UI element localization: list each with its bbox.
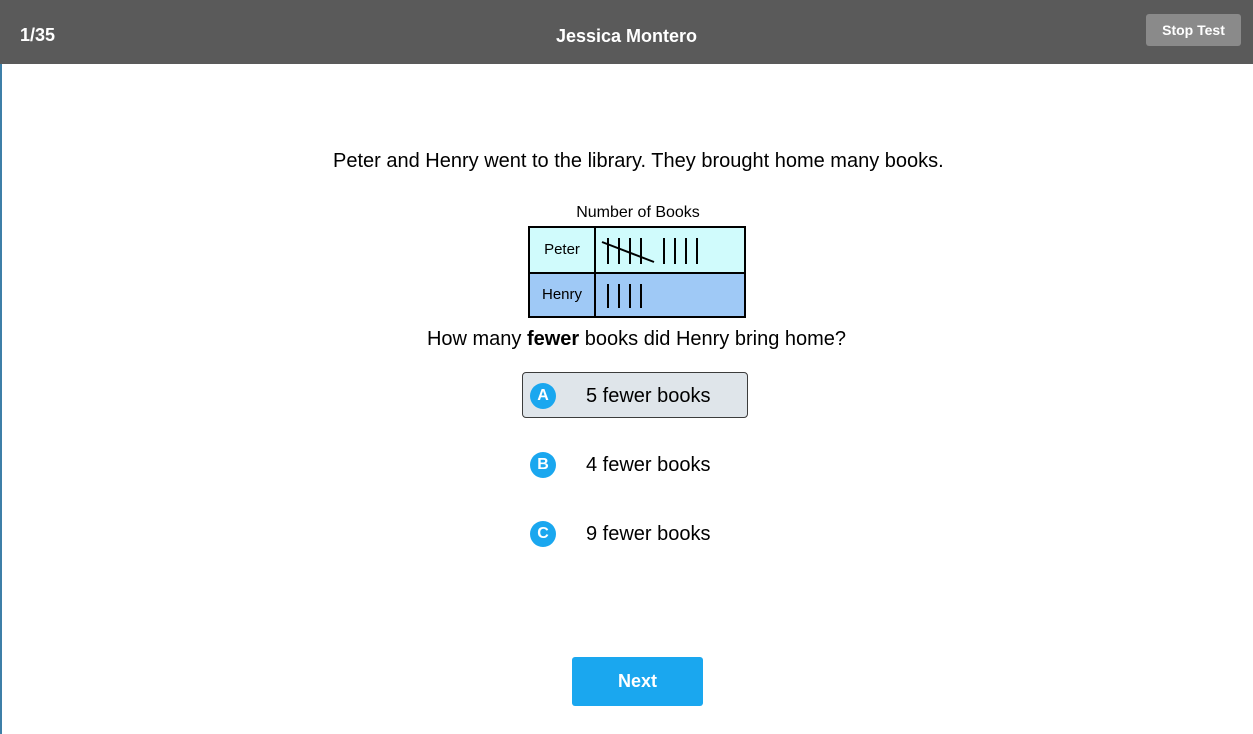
tally-row-henry: Henry bbox=[530, 274, 744, 316]
tally-marks-henry bbox=[607, 284, 642, 308]
next-button[interactable]: Next bbox=[572, 657, 703, 706]
question-text: Peter and Henry went to the library. The… bbox=[333, 150, 944, 172]
choice-text: 4 fewer books bbox=[586, 454, 711, 476]
choice-letter-badge: A bbox=[530, 383, 556, 409]
app-frame bbox=[0, 0, 1253, 734]
tally-marks-peter bbox=[601, 238, 698, 264]
prompt-text: books did Henry bring home? bbox=[579, 328, 847, 350]
prompt-text: How many bbox=[426, 328, 527, 350]
test-header: 1/35 Jessica Montero Stop Test bbox=[0, 0, 1253, 64]
question-prompt: How many fewer books did Henry bring hom… bbox=[0, 328, 1253, 351]
student-name: Jessica Montero bbox=[555, 26, 698, 46]
choice-letter-badge: C bbox=[530, 521, 556, 547]
prompt-emphasis: fewer bbox=[526, 328, 580, 350]
choice-letter-badge: B bbox=[530, 452, 556, 478]
tally-table: Peter Henry bbox=[528, 226, 746, 318]
choice-text: 5 fewer books bbox=[586, 385, 711, 407]
answer-choice-a[interactable]: A 5 fewer books bbox=[522, 372, 748, 418]
choice-text: 9 fewer books bbox=[586, 523, 711, 545]
tally-row-peter: Peter bbox=[530, 228, 744, 274]
answer-choice-c[interactable]: C 9 fewer books bbox=[522, 510, 748, 556]
tally-table-title: Number of Books bbox=[576, 204, 700, 221]
tally-row-label: Peter bbox=[530, 228, 596, 272]
stop-test-button[interactable]: Stop Test bbox=[1146, 14, 1241, 46]
tally-mark-cross bbox=[601, 241, 655, 263]
tally-row-label: Henry bbox=[530, 274, 596, 316]
answer-choice-b[interactable]: B 4 fewer books bbox=[522, 441, 748, 487]
